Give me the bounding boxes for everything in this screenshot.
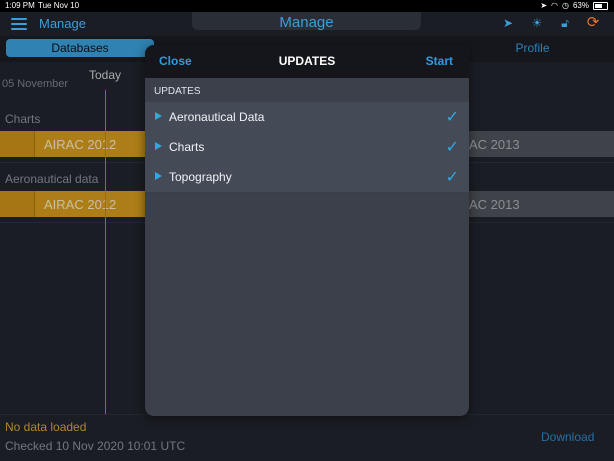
unlock-icon[interactable]: 🔓︎: [558, 16, 572, 30]
checkmark-icon[interactable]: ✓: [446, 137, 459, 157]
update-item-aeronautical-data[interactable]: Aeronautical Data ✓: [145, 102, 469, 133]
status-right: ➤ ◠ ◷ 63%: [540, 1, 608, 10]
status-bar: 1:09 PM Tue Nov 10 ➤ ◠ ◷ 63%: [0, 0, 614, 12]
start-button[interactable]: Start: [426, 54, 453, 68]
checkmark-icon[interactable]: ✓: [446, 167, 459, 187]
checkmark-icon[interactable]: ✓: [446, 107, 459, 127]
location-arrow-icon: ➤: [540, 1, 548, 10]
modal-section-header: UPDATES: [154, 86, 201, 97]
expand-triangle-icon[interactable]: [155, 142, 162, 150]
update-item-label: Topography: [169, 170, 232, 184]
updates-modal: Close UPDATES Start UPDATES Aeronautical…: [145, 45, 469, 416]
wifi-icon: ◠: [551, 1, 558, 10]
nav-left-title: Manage: [39, 16, 86, 31]
modal-header: Close UPDATES Start: [145, 45, 469, 78]
update-item-charts[interactable]: Charts ✓: [145, 132, 469, 163]
expand-triangle-icon[interactable]: [155, 172, 162, 180]
location-icon[interactable]: ➤: [501, 16, 515, 30]
modal-title: UPDATES: [278, 54, 336, 68]
update-item-label: Aeronautical Data: [169, 110, 265, 124]
update-item-label: Charts: [169, 140, 205, 154]
nav-bar: Manage Manage ➤ ☀ 🔓︎ ⟳: [0, 12, 614, 36]
expand-triangle-icon[interactable]: [155, 112, 162, 120]
battery-icon: [593, 1, 608, 10]
status-date: Tue Nov 10: [38, 1, 80, 10]
page-title: Manage: [279, 14, 334, 31]
update-item-topography[interactable]: Topography ✓: [145, 162, 469, 193]
status-time: 1:09 PM: [5, 1, 35, 10]
brightness-icon[interactable]: ☀: [530, 16, 544, 30]
alarm-icon: ◷: [562, 1, 569, 10]
menu-icon[interactable]: [11, 18, 27, 30]
sync-icon[interactable]: ⟳: [586, 15, 600, 30]
battery-percentage: 63%: [572, 1, 589, 10]
